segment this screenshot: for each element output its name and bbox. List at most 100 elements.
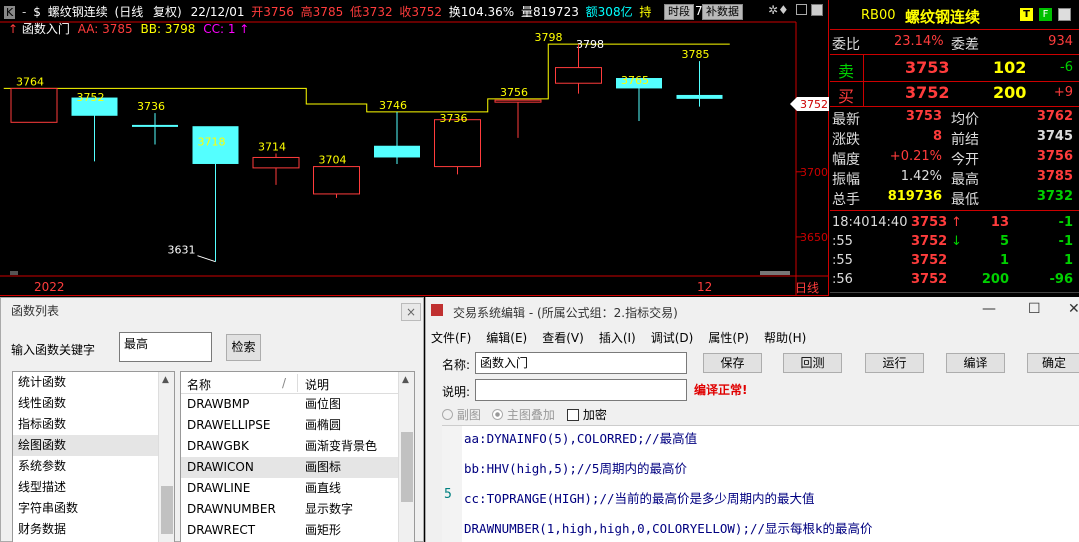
menu-item[interactable]: 调试(D) <box>651 331 694 345</box>
category-item[interactable]: 统计函数 <box>13 372 174 393</box>
keyword-input[interactable]: 最高 <box>119 332 212 362</box>
f-button[interactable]: F <box>1039 8 1052 21</box>
menu-item[interactable]: 查看(V) <box>542 331 584 345</box>
quote-code: RB00 <box>861 8 896 23</box>
menu-item[interactable]: 属性(P) <box>708 331 749 345</box>
category-item[interactable]: 系统参数 <box>13 456 174 477</box>
function-row[interactable]: DRAWICON 画图标 <box>181 457 414 478</box>
tick-change: 1 <box>1063 253 1073 268</box>
candle-high-label: 3785 <box>682 48 710 61</box>
k-box-icon[interactable]: K <box>4 6 16 19</box>
search-button[interactable]: 检索 <box>226 334 261 361</box>
function-row[interactable]: DRAWGBK 画渐变背景色 <box>181 436 414 457</box>
instrument-name: 螺纹钢连续 <box>47 5 108 19</box>
dollar-icon: $ <box>33 5 41 19</box>
scroll-up-icon[interactable]: ▲ <box>402 375 409 385</box>
save-button[interactable]: 保存 <box>703 353 762 373</box>
chart-menu-icon[interactable] <box>811 4 823 16</box>
encrypt-checkbox[interactable]: 加密 <box>567 406 607 423</box>
backtest-button[interactable]: 回测 <box>783 353 842 373</box>
period-label: (日线 <box>114 5 144 19</box>
category-item[interactable]: 指标函数 <box>13 414 174 435</box>
indicator-cc: CC: 1 <box>203 22 236 36</box>
menu-item[interactable]: 插入(I) <box>599 331 636 345</box>
col-desc-header[interactable]: 说明 <box>305 376 329 393</box>
function-row[interactable]: DRAWNUMBER 显示数字 <box>181 499 414 520</box>
ok-button[interactable]: 确定 <box>1027 353 1079 373</box>
col-name-header[interactable]: 名称 <box>187 376 211 393</box>
tick-row: :55 3752 1 1 <box>830 252 1079 272</box>
function-scroll-thumb[interactable] <box>401 432 413 502</box>
category-item[interactable]: 绘图函数 <box>13 435 174 456</box>
indicator-cc-arrow-icon: ↑ <box>239 22 250 36</box>
period-button[interactable]: 时段 <box>664 4 694 20</box>
ask-row[interactable]: 卖 3753 102 -6 <box>830 58 1079 82</box>
function-scrollbar[interactable]: ▲ <box>398 372 414 542</box>
encrypt-label: 加密 <box>582 408 607 422</box>
category-item[interactable]: 财务数据 <box>13 519 174 540</box>
name-input[interactable]: 函数入门 <box>475 352 687 374</box>
keyword-label: 输入函数关键字 <box>11 343 96 357</box>
formula-editor-window: 交易系统编辑 - (所属公式组：2.指标交易) — ☐ ✕ 文件(F) 编辑(E)… <box>425 297 1079 542</box>
tick-price: 3753 <box>911 215 948 230</box>
function-table[interactable]: 名称 / 说明 DRAWBMP 画位图 DRAWELLIPSE 画椭圆 DRAWGBK 画… <box>180 371 415 542</box>
category-list[interactable]: 统计函数 线性函数 指标函数 绘图函数 系统参数 线型描述 字符串函数 财务数据 ▲ <box>12 371 175 542</box>
candle-body <box>434 119 481 168</box>
code-line[interactable]: DRAWNUMBER(1,high,high,0,COLORYELLOW);//… <box>464 518 873 537</box>
function-list-close-button[interactable]: × <box>401 303 421 321</box>
code-line[interactable]: bb:HHV(high,5);//5周期内的最高价 <box>464 458 687 477</box>
stat-label: 振幅 <box>832 172 860 188</box>
x-label-month: 12 <box>697 280 713 294</box>
code-line[interactable]: cc:TOPRANGE(HIGH);//当前的最高价是多少周期内的最大值 <box>464 488 815 507</box>
stat-label: 前结 <box>951 132 979 148</box>
menu-item[interactable]: 文件(F) <box>431 331 471 345</box>
function-row[interactable]: DRAWLINE 画直线 <box>181 478 414 499</box>
candle-body <box>676 94 723 99</box>
indicator-name[interactable]: 函数入门 <box>22 22 70 36</box>
tick-arrow-icon: ↓ <box>951 234 962 249</box>
settings-icon[interactable]: ✲♦ <box>768 3 789 17</box>
quote-menu-icon[interactable] <box>1058 8 1071 21</box>
function-desc: 画渐变背景色 <box>305 439 378 453</box>
stat-row: 振幅 1.42% 最高 3785 <box>830 168 1079 188</box>
candle-high-label: 3756 <box>500 86 528 99</box>
category-item[interactable]: 字符串函数 <box>13 498 174 519</box>
desc-input[interactable] <box>475 379 687 401</box>
function-row[interactable]: DRAWBMP 画位图 <box>181 394 414 415</box>
candle-body <box>494 99 542 103</box>
stat-value: +0.21% <box>889 149 942 164</box>
minus-icon[interactable]: - <box>22 5 26 19</box>
t-button[interactable]: T <box>1020 8 1033 21</box>
maximize-button[interactable]: ☐ <box>1028 301 1041 317</box>
high-value: 高3785 <box>300 5 344 19</box>
stat-value: 3745 <box>1036 129 1073 144</box>
close-chart-icon[interactable] <box>796 4 807 15</box>
sub-chart-radio[interactable]: 副图 <box>442 406 481 423</box>
checkbox-icon <box>567 409 579 421</box>
stat-value: 3753 <box>905 109 942 124</box>
minimize-button[interactable]: — <box>982 301 996 317</box>
code-editor[interactable]: 5 aa:DYNAINFO(5),COLORRED;//最高值 bb:HHV(hi… <box>442 425 1079 542</box>
menu-item[interactable]: 编辑(E) <box>486 331 527 345</box>
category-item[interactable]: 线型描述 <box>13 477 174 498</box>
category-scrollbar[interactable]: ▲ <box>158 372 174 542</box>
function-row[interactable]: DRAWELLIPSE 画椭圆 <box>181 415 414 436</box>
fill-data-button[interactable]: 补数据 <box>702 4 743 20</box>
category-scroll-thumb[interactable] <box>161 486 173 534</box>
indicator-line: ↑ 函数入门 AA: 3785 BB: 3798 CC: 1 ↑ <box>8 20 249 37</box>
quote-panel: RB00 螺纹钢连续 T F 委比 23.14% 委差 934 卖 3753 1… <box>830 0 1079 296</box>
kline-chart[interactable]: 3750370036503752379837643752373637183631… <box>0 0 829 296</box>
close-button[interactable]: ✕ <box>1068 301 1079 317</box>
col-sort-icon[interactable]: / <box>282 376 286 390</box>
stat-label: 今开 <box>951 152 979 168</box>
scroll-up-icon[interactable]: ▲ <box>162 375 169 385</box>
function-row[interactable]: DRAWRECT 画矩形 <box>181 520 414 541</box>
menu-item[interactable]: 帮助(H) <box>764 331 806 345</box>
run-button[interactable]: 运行 <box>865 353 924 373</box>
code-line[interactable]: aa:DYNAINFO(5),COLORRED;//最高值 <box>464 428 697 447</box>
bid-row[interactable]: 买 3752 200 +9 <box>830 83 1079 107</box>
kline-chart-canvas[interactable]: 3750370036503752379837643752373637183631… <box>0 0 829 296</box>
category-item[interactable]: 线性函数 <box>13 393 174 414</box>
compile-button[interactable]: 编译 <box>946 353 1005 373</box>
main-overlay-radio[interactable]: 主图叠加 <box>492 406 555 423</box>
